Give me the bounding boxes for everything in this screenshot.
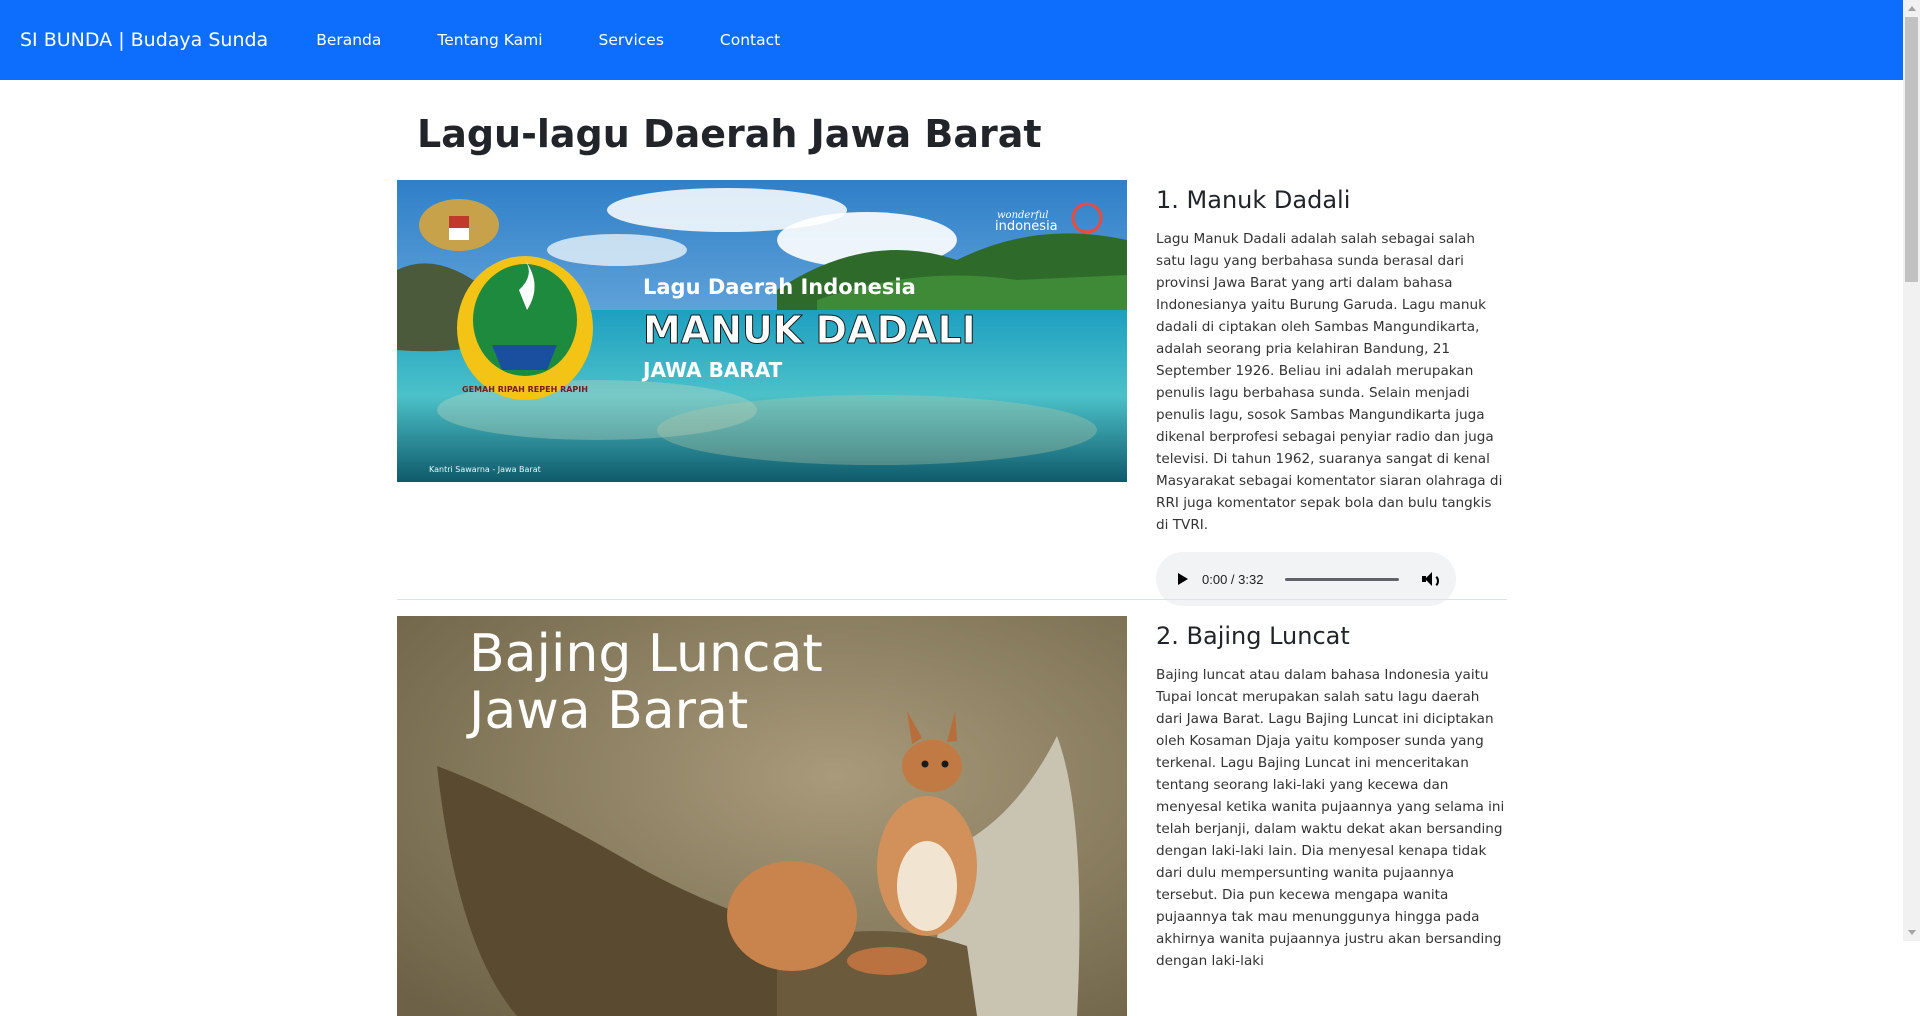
song-description: Bajing luncat atau dalam bahasa Indonesi… [1156, 667, 1505, 969]
main-content: Lagu-lagu Daerah Jawa Barat GEMAH RIPAH … [397, 80, 1507, 1016]
garuda-emblem [419, 199, 499, 251]
page-title: Lagu-lagu Daerah Jawa Barat [417, 112, 1042, 156]
nav-link-beranda[interactable]: Beranda [288, 31, 409, 49]
nav-link-tentang-kami[interactable]: Tentang Kami [409, 31, 570, 49]
manuk-dadali-text: 1. Manuk Dadali Lagu Manuk Dadali adalah… [1156, 180, 1506, 606]
svg-text:GEMAH RIPAH REPEH RAPIH: GEMAH RIPAH REPEH RAPIH [462, 385, 588, 394]
audio-time: 0:00 / 3:32 [1202, 571, 1264, 587]
brand-link[interactable]: SI BUNDA | Budaya Sunda [20, 29, 268, 51]
svg-text:Jawa Barat: Jawa Barat [466, 681, 748, 741]
audio-progress-slider[interactable] [1285, 577, 1400, 581]
scroll-up-arrow[interactable] [1903, 0, 1920, 17]
volume-icon[interactable] [1421, 570, 1440, 588]
nav-link-services[interactable]: Services [571, 31, 692, 49]
scroll-thumb[interactable] [1905, 17, 1918, 282]
svg-text:Bajing Luncat: Bajing Luncat [469, 624, 823, 684]
page-scrollbar[interactable] [1903, 0, 1920, 941]
bajing-luncat-text: 2. Bajing Luncat Bajing luncat atau dala… [1156, 616, 1506, 972]
song-description: Lagu Manuk Dadali adalah salah sebagai s… [1156, 231, 1503, 533]
song-heading: 2. Bajing Luncat [1156, 622, 1350, 650]
play-icon[interactable] [1178, 573, 1188, 585]
svg-text:indonesia: indonesia [995, 219, 1058, 234]
svg-text:Kantri Sawarna - Jawa Barat: Kantri Sawarna - Jawa Barat [429, 465, 541, 474]
svg-text:JAWA BARAT: JAWA BARAT [641, 358, 783, 382]
nav-link-contact[interactable]: Contact [692, 31, 808, 49]
svg-text:MANUK DADALI: MANUK DADALI [643, 308, 976, 352]
jawa-barat-seal [457, 256, 593, 400]
song-heading: 1. Manuk Dadali [1156, 186, 1351, 214]
top-navbar: SI BUNDA | Budaya Sunda Beranda Tentang … [0, 0, 1903, 80]
audio-player[interactable]: 0:00 / 3:32 [1156, 552, 1456, 606]
svg-text:Lagu Daerah Indonesia: Lagu Daerah Indonesia [643, 275, 916, 299]
section-divider [397, 599, 1507, 600]
bajing-luncat-image: Bajing Luncat Jawa Barat [397, 616, 1127, 1016]
manuk-dadali-image: GEMAH RIPAH REPEH RAPIH Lagu Daerah Indo… [397, 180, 1127, 482]
scroll-down-arrow[interactable] [1903, 924, 1920, 941]
